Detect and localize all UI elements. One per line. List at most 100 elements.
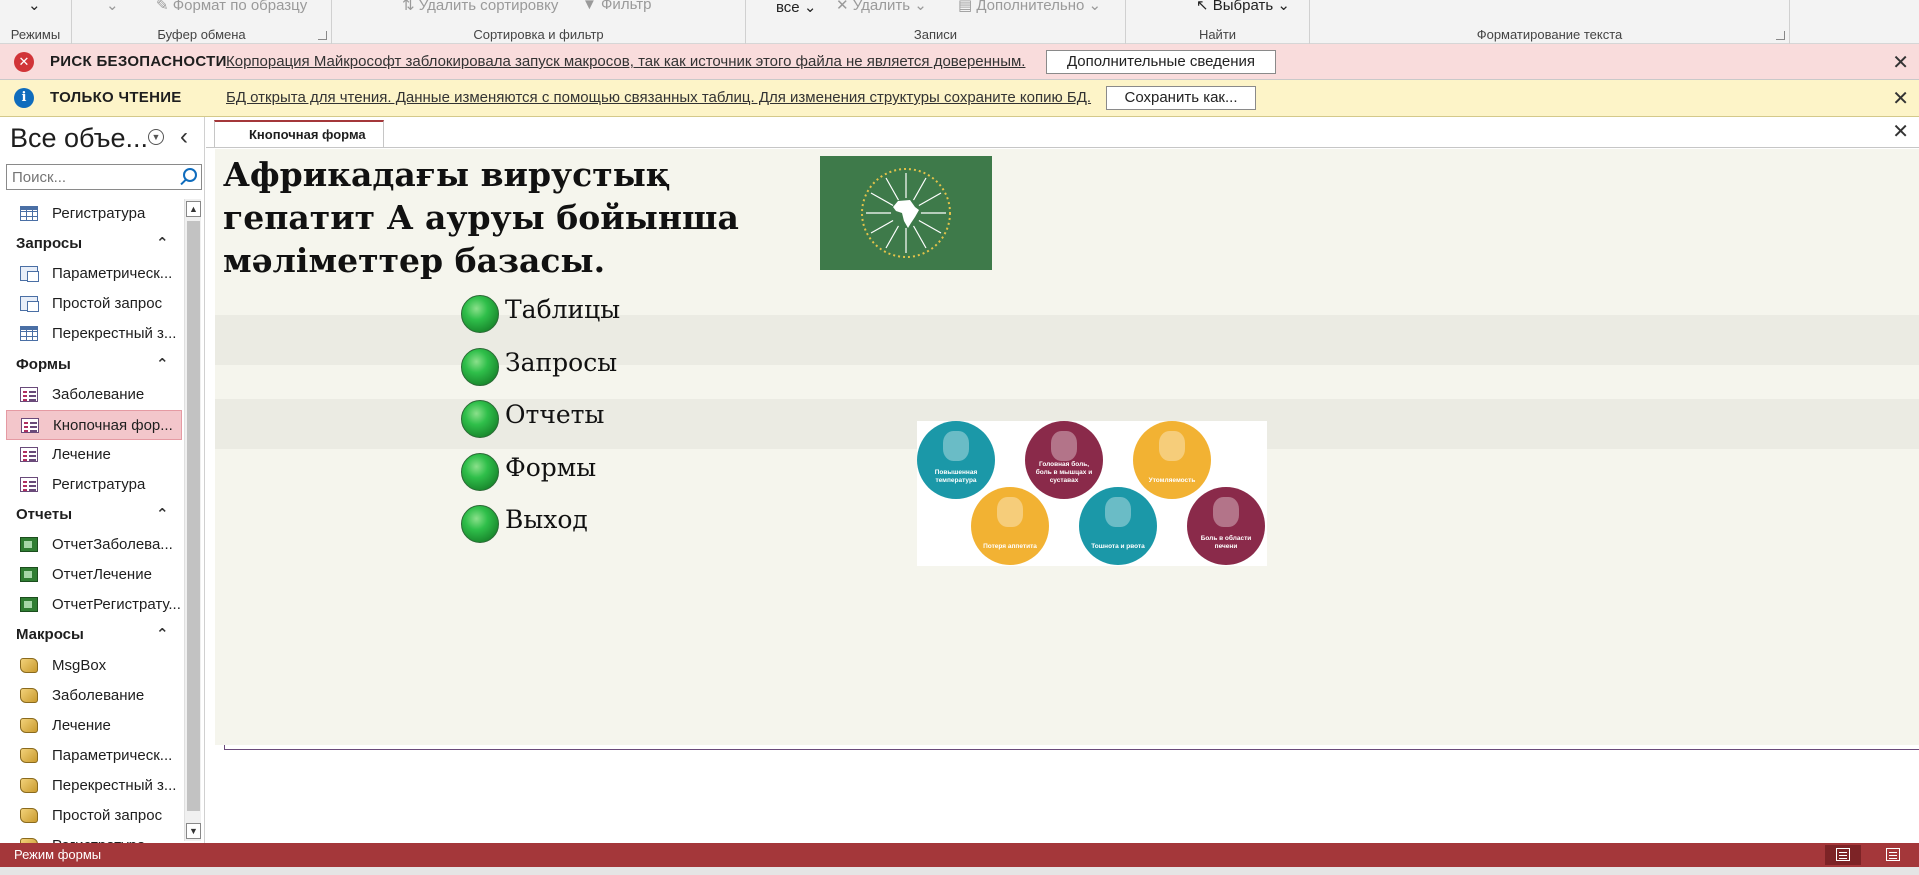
select-button[interactable]: ↖ Выбрать ⌄: [1196, 0, 1290, 14]
chevron-up-icon[interactable]: ⌃: [156, 230, 169, 258]
ribbon-group-clipboard: ⌄ ✎ Формат по образцу Буфер обмена: [72, 0, 332, 44]
switchboard-form: Африкадағы вирустық гепатит А ауруы бойы…: [215, 149, 1919, 745]
macro-icon: [20, 718, 38, 733]
forms-label[interactable]: Формы: [505, 453, 596, 482]
nav-item[interactable]: Кнопочная фор...: [6, 410, 182, 440]
taskbar-strip: [0, 867, 1919, 875]
forms-switchboard-button[interactable]: [461, 453, 499, 491]
symptom-circle: Утомляемость: [1133, 421, 1211, 499]
nav-scrollbar[interactable]: ▲ ▼: [184, 199, 201, 841]
table-icon: [20, 206, 38, 221]
close-icon[interactable]: ✕: [1892, 50, 1909, 75]
nav-menu-chevron-icon[interactable]: ▼: [148, 129, 164, 145]
queries-label[interactable]: Запросы: [505, 348, 617, 377]
collapse-pane-chevron-icon[interactable]: ‹: [180, 123, 188, 151]
nav-item[interactable]: Перекрестный з...: [6, 319, 182, 349]
tab-switchboard-form[interactable]: Кнопочная форма: [214, 120, 1919, 750]
nav-item[interactable]: Перекрестный з...: [6, 771, 182, 801]
design-view-icon[interactable]: [1875, 845, 1911, 865]
ribbon-group-label: Сортировка и фильтр: [473, 27, 604, 42]
nav-item[interactable]: Заболевание: [6, 681, 182, 711]
nav-item[interactable]: Лечение: [6, 440, 182, 470]
scroll-thumb[interactable]: [187, 221, 200, 811]
format-painter-label: Формат по образцу: [172, 0, 308, 14]
nav-category-header[interactable]: Формы ⌃: [6, 351, 182, 379]
ribbon-group-views: ⌄ Режимы: [0, 0, 72, 44]
refresh-all-dropdown[interactable]: все ⌄: [776, 0, 816, 16]
chevron-up-icon[interactable]: ⌃: [156, 621, 169, 649]
query-icon: [20, 296, 39, 312]
nav-item[interactable]: Параметрическ...: [6, 259, 182, 289]
query-icon: [20, 266, 39, 282]
scroll-up-icon[interactable]: ▲: [186, 201, 201, 217]
read-only-message-link[interactable]: БД открыта для чтения. Данные изменяются…: [226, 89, 1091, 106]
search-icon[interactable]: [183, 168, 197, 182]
exit-switchboard-button[interactable]: [461, 505, 499, 543]
info-icon: i: [14, 88, 34, 108]
nav-item[interactable]: ОтчетРегистрату...: [6, 590, 182, 620]
delete-button[interactable]: ✕ Удалить ⌄: [836, 0, 927, 14]
format-painter-icon: ✎: [156, 0, 169, 14]
nav-search-input[interactable]: [7, 165, 167, 189]
tables-switchboard-button[interactable]: [461, 295, 499, 333]
report-icon: [20, 597, 38, 612]
chevron-up-icon[interactable]: ⌃: [156, 501, 169, 529]
refresh-all-label: все: [776, 0, 800, 16]
ribbon-group-label: Форматирование текста: [1476, 27, 1623, 42]
reports-switchboard-button[interactable]: [461, 400, 499, 438]
close-document-icon[interactable]: ✕: [1892, 119, 1909, 144]
chevron-up-icon[interactable]: ⌃: [156, 351, 169, 379]
macro-icon: [20, 658, 38, 673]
emblem-graphic: [861, 168, 951, 258]
form-icon: [20, 477, 38, 492]
security-message-link[interactable]: Корпорация Майкрософт заблокировала запу…: [226, 53, 1025, 70]
tables-label[interactable]: Таблицы: [505, 295, 620, 324]
nav-item-label: ОтчетРегистрату...: [52, 596, 181, 613]
views-dropdown-icon[interactable]: ⌄: [28, 0, 41, 14]
report-icon: [20, 567, 38, 582]
nav-category-header[interactable]: Отчеты ⌃: [6, 501, 182, 529]
nav-item[interactable]: Заболевание: [6, 380, 182, 410]
nav-item[interactable]: Параметрическ...: [6, 741, 182, 771]
nav-item[interactable]: Простой запрос: [6, 289, 182, 319]
nav-item[interactable]: ОтчетЛечение: [6, 560, 182, 590]
read-only-bar: i ТОЛЬКО ЧТЕНИЕ БД открыта для чтения. Д…: [0, 80, 1919, 117]
nav-item[interactable]: Простой запрос: [6, 801, 182, 831]
clipboard-dropdown-icon[interactable]: ⌄: [106, 0, 119, 14]
nav-category-header[interactable]: Макросы ⌃: [6, 621, 182, 649]
cursor-icon: ↖: [1196, 0, 1209, 14]
status-bar: Режим формы: [0, 843, 1919, 867]
nav-item[interactable]: Лечение: [6, 711, 182, 741]
remove-sort-button[interactable]: ⇅ Удалить сортировку: [402, 0, 558, 14]
filter-button[interactable]: ▼ Фильтр: [582, 0, 651, 13]
save-as-button[interactable]: Сохранить как...: [1106, 86, 1256, 110]
more-info-button[interactable]: Дополнительные сведения: [1046, 50, 1276, 74]
nav-category-header[interactable]: Запросы ⌃: [6, 230, 182, 258]
nav-pane-title[interactable]: Все объе...: [10, 123, 148, 154]
navigation-pane: Все объе... ▼ ‹ Регистратура Запросы ⌃ Пара…: [0, 117, 205, 854]
nav-item[interactable]: ОтчетЗаболева...: [6, 530, 182, 560]
nav-item[interactable]: MsgBox: [6, 651, 182, 681]
reports-label[interactable]: Отчеты: [505, 400, 604, 429]
format-painter-button[interactable]: ✎ Формат по образцу: [156, 0, 307, 14]
read-only-title: ТОЛЬКО ЧТЕНИЕ: [50, 89, 182, 106]
filter-icon: ▼: [582, 0, 597, 13]
dialog-launcher-icon[interactable]: [1776, 31, 1785, 40]
nav-item-label: Заболевание: [52, 386, 145, 403]
nav-item[interactable]: Регистратура: [6, 199, 182, 229]
ribbon-group-find: ↖ Выбрать ⌄ Найти: [1126, 0, 1310, 44]
form-view-icon[interactable]: [1825, 845, 1861, 865]
dialog-launcher-icon[interactable]: [318, 31, 327, 40]
nav-search-box: [6, 164, 202, 190]
scroll-down-icon[interactable]: ▼: [186, 823, 201, 839]
close-icon[interactable]: ✕: [1892, 86, 1909, 111]
exit-label[interactable]: Выход: [505, 505, 588, 534]
symptom-label: Тошнота и рвота: [1091, 543, 1145, 550]
form-icon: [21, 418, 39, 433]
nav-item-label: Простой запрос: [52, 807, 163, 824]
nav-item-label: Регистратура: [52, 205, 146, 222]
tab-divider: [206, 147, 1919, 148]
more-button[interactable]: ▤ Дополнительно ⌄: [958, 0, 1101, 14]
nav-item[interactable]: Регистратура: [6, 470, 182, 500]
queries-switchboard-button[interactable]: [461, 348, 499, 386]
